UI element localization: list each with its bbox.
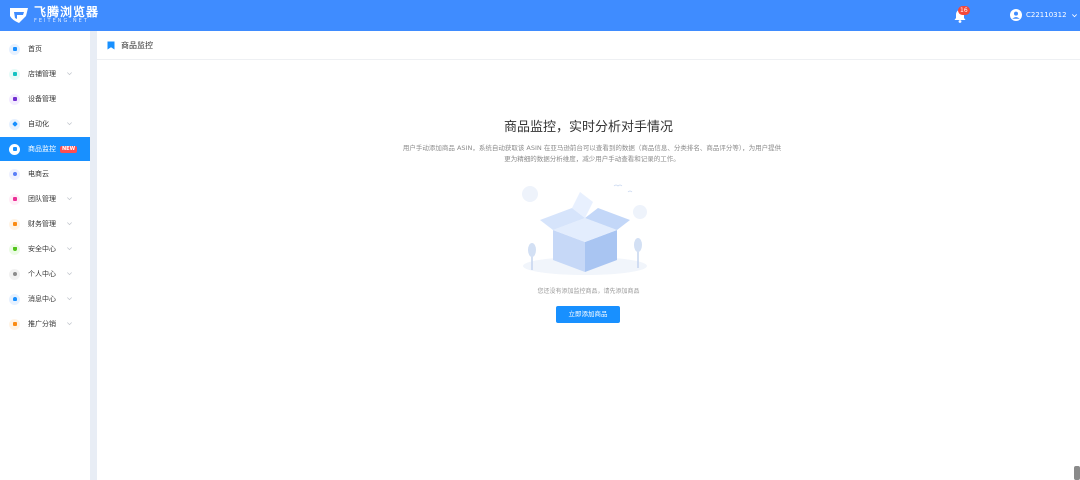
empty-box-illustration (522, 184, 647, 275)
page-description: 用户手动添加商品 ASIN，系统自动获取该 ASIN 在亚马逊前台可以查看到的数… (402, 144, 782, 163)
chevron-down-icon (67, 222, 72, 226)
empty-state-text: 您还没有添加监控商品，请先添加商品 (537, 288, 640, 295)
user-circle-icon (1010, 9, 1022, 21)
message-icon (9, 293, 20, 305)
sidebar-item-home[interactable]: 首页 (0, 37, 90, 61)
logo-shield-icon (10, 8, 28, 23)
sidebar-item-label: 团队管理 (28, 195, 56, 203)
app-logo[interactable]: 飞腾浏览器 FEITENG.NET (8, 5, 99, 25)
sidebar-divider (90, 31, 97, 480)
add-product-button[interactable]: 立即添加商品 (556, 306, 620, 323)
sidebar-item-label: 自动化 (28, 120, 49, 128)
device-icon (9, 93, 20, 105)
new-badge: NEW (60, 145, 78, 153)
chevron-down-icon (67, 122, 72, 126)
person-icon (9, 268, 20, 280)
sidebar-item-product-monitor[interactable]: 商品监控 NEW (0, 137, 90, 161)
automation-icon (9, 118, 20, 130)
scrollbar-thumb[interactable] (1074, 466, 1080, 480)
sidebar-item-label: 安全中心 (28, 245, 56, 253)
sidebar-item-shop[interactable]: 店铺管理 (0, 62, 90, 86)
breadcrumb-label: 商品监控 (121, 40, 153, 50)
sidebar-item-label: 店铺管理 (28, 70, 56, 78)
finance-icon (9, 218, 20, 230)
team-icon (9, 193, 20, 205)
sidebar-item-label: 消息中心 (28, 295, 56, 303)
sidebar-item-ecom-cloud[interactable]: 电商云 (0, 162, 90, 186)
promote-icon (9, 318, 20, 330)
main-content: 商品监控 商品监控，实时分析对手情况 用户手动添加商品 ASIN，系统自动获取该… (97, 31, 1080, 480)
page-title: 商品监控，实时分析对手情况 (503, 120, 673, 135)
sidebar-item-promotion[interactable]: 推广分销 (0, 312, 90, 336)
shop-icon (9, 68, 20, 80)
chevron-down-icon (67, 72, 72, 76)
sidebar-item-label: 设备管理 (28, 95, 56, 103)
sidebar-item-label: 电商云 (28, 170, 49, 178)
sidebar-item-label: 推广分销 (28, 320, 56, 328)
chevron-down-icon (1071, 13, 1077, 17)
breadcrumb: 商品监控 (97, 31, 1080, 60)
chevron-down-icon (67, 322, 72, 326)
bookmark-icon (107, 41, 115, 49)
username: C22110312 (1026, 11, 1067, 19)
sidebar-item-finance[interactable]: 财务管理 (0, 212, 90, 236)
sidebar-item-label: 商品监控 (28, 145, 56, 153)
chevron-down-icon (67, 247, 72, 251)
sidebar-item-messages[interactable]: 消息中心 (0, 287, 90, 311)
user-menu[interactable]: C22110312 (1010, 8, 1078, 22)
sidebar-item-personal[interactable]: 个人中心 (0, 262, 90, 286)
sidebar-item-security[interactable]: 安全中心 (0, 237, 90, 261)
monitor-icon (9, 143, 20, 155)
home-icon (9, 43, 20, 55)
sidebar-item-device[interactable]: 设备管理 (0, 87, 90, 111)
chevron-down-icon (67, 272, 72, 276)
sidebar-item-label: 个人中心 (28, 270, 56, 278)
sidebar-item-label: 首页 (28, 45, 42, 53)
logo-title: 飞腾浏览器 (34, 5, 100, 19)
sidebar-item-team[interactable]: 团队管理 (0, 187, 90, 211)
chevron-down-icon (67, 297, 72, 301)
sidebar-item-label: 财务管理 (28, 220, 56, 228)
sidebar-item-automation[interactable]: 自动化 (0, 112, 90, 136)
notification-badge: 16 (958, 6, 970, 15)
cloud-icon (9, 168, 20, 180)
shield-icon (9, 243, 20, 255)
top-header: 飞腾浏览器 FEITENG.NET 16 C22110312 (0, 0, 1080, 31)
logo-subtitle: FEITENG.NET (34, 18, 89, 24)
chevron-down-icon (67, 197, 72, 201)
sidebar: 首页 店铺管理 设备管理 自动化 商品监控 NEW 电商云 团队管理 财务管理 … (0, 31, 90, 480)
